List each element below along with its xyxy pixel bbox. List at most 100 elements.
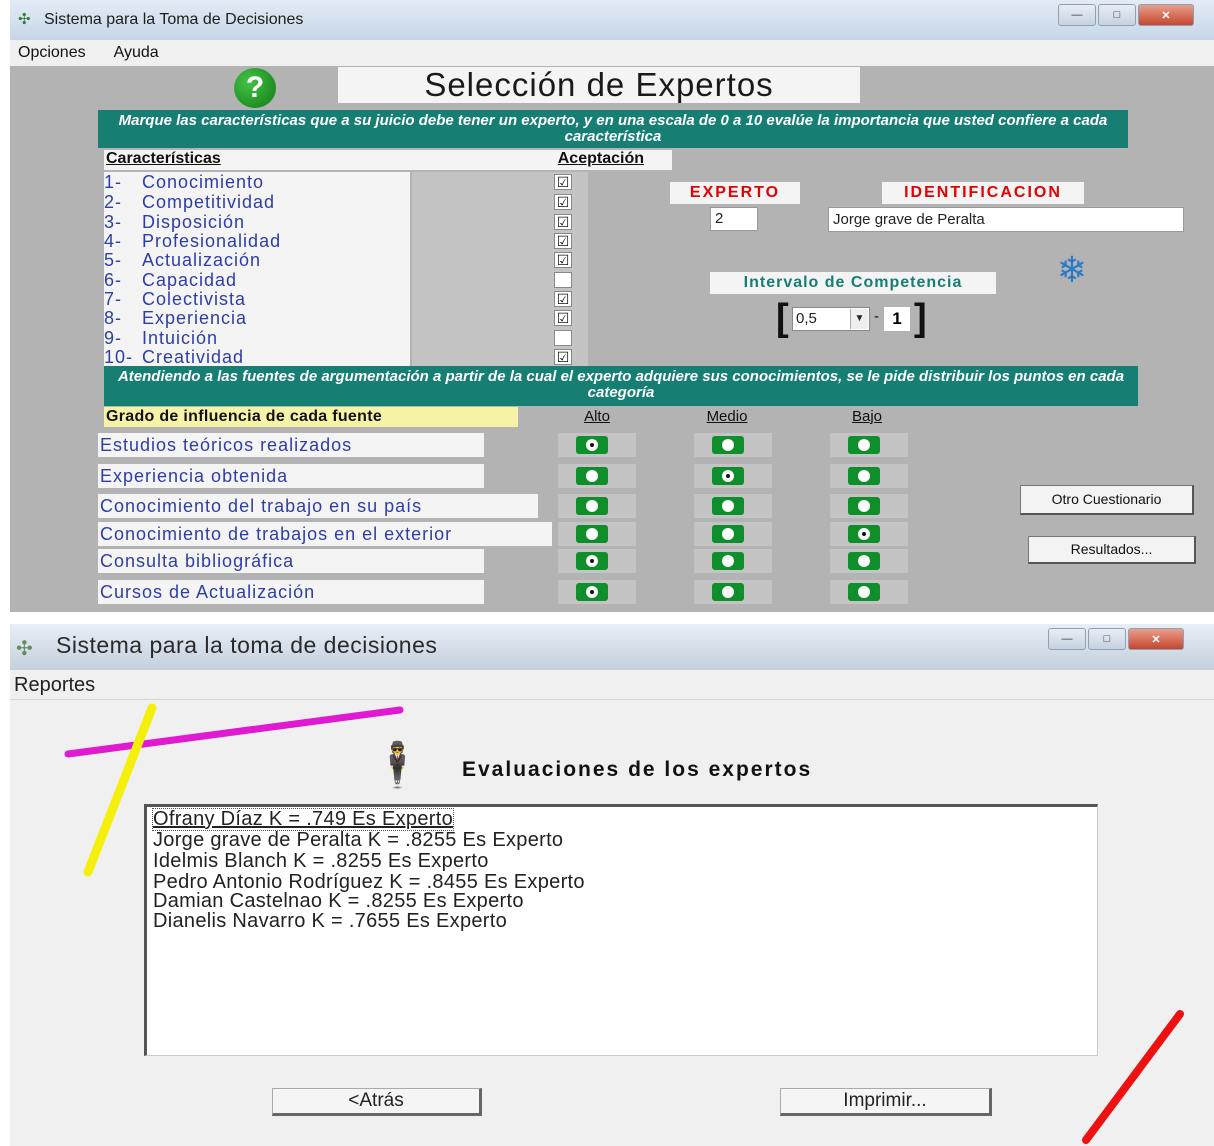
source-row-label: Consulta bibliográfica — [98, 549, 484, 573]
intervalo-max-value: 1 — [884, 307, 910, 331]
back-button[interactable]: <Atrás — [272, 1088, 482, 1116]
influence-radio-bajo[interactable] — [848, 467, 880, 485]
source-row-label: Experiencia obtenida — [98, 464, 484, 488]
influence-radio-alto[interactable] — [576, 552, 608, 570]
influence-radio-alto[interactable] — [576, 525, 608, 543]
intervalo-separator: - — [874, 308, 879, 325]
influence-radio-bajo[interactable] — [848, 583, 880, 601]
acceptance-checkbox[interactable]: ☑ — [554, 252, 572, 268]
list-item[interactable]: Idelmis Blanch K = .8255 Es Experto — [153, 851, 489, 872]
intervalo-label: Intervalo de Competencia — [710, 272, 996, 294]
list-item: 1- Conocimiento — [104, 172, 265, 192]
influence-radio-alto[interactable] — [576, 497, 608, 515]
influence-radio-medio[interactable] — [712, 525, 744, 543]
list-item: 4- Profesionalidad — [104, 231, 282, 251]
influence-radio-medio[interactable] — [712, 583, 744, 601]
influence-cell — [830, 580, 908, 604]
menu-reportes[interactable]: Reportes — [14, 674, 95, 696]
list-item[interactable]: Dianelis Navarro K = .7655 Es Experto — [153, 911, 507, 932]
chevron-down-icon[interactable]: ▼ — [850, 309, 868, 329]
list-item: 9- Intuición — [104, 328, 219, 348]
question-circle-icon[interactable]: ? — [234, 68, 276, 108]
characteristic-label: Creatividad — [142, 347, 245, 367]
minimize-button[interactable]: — — [1048, 628, 1086, 650]
influence-radio-medio[interactable] — [712, 467, 744, 485]
acceptance-checkbox[interactable]: ☑ — [554, 194, 572, 210]
characteristic-label: Conocimiento — [142, 172, 265, 192]
window-controls: — □ ✕ — [1058, 4, 1194, 26]
acceptance-checkbox[interactable]: ☑ — [554, 233, 572, 249]
list-item[interactable]: Jorge grave de Peralta K = .8255 Es Expe… — [153, 830, 563, 851]
menu-bar: Opciones Ayuda — [10, 40, 1214, 66]
col-header-bajo: Bajo — [851, 408, 883, 425]
sources-instructions-banner: Atendiendo a las fuentes de argumentació… — [104, 366, 1138, 406]
intervalo-min-select[interactable]: 0,5 ▼ — [792, 307, 870, 331]
otro-cuestionario-button[interactable]: Otro Cuestionario — [1020, 485, 1194, 515]
window-title: Sistema para la Toma de Decisiones — [44, 11, 304, 28]
acceptance-checkbox[interactable] — [554, 330, 572, 346]
influence-cell — [694, 494, 772, 518]
acceptance-checkbox[interactable]: ☑ — [554, 214, 572, 230]
influence-radio-alto[interactable] — [576, 467, 608, 485]
window-controls: — □ ✕ — [1048, 628, 1184, 650]
menu-opciones[interactable]: Opciones — [18, 44, 86, 66]
influence-radio-alto[interactable] — [576, 583, 608, 601]
list-item[interactable]: Damian Castelnao K = .8255 Es Experto — [153, 891, 524, 912]
identificacion-label: IDENTIFICACION — [882, 182, 1084, 204]
window-title: Sistema para la toma de decisiones — [56, 632, 438, 658]
influence-cell — [694, 580, 772, 604]
title-bar[interactable]: ✣ Sistema para la Toma de Decisiones — □… — [10, 0, 1214, 40]
acceptance-checkbox[interactable]: ☑ — [554, 291, 572, 307]
menu-ayuda[interactable]: Ayuda — [114, 44, 159, 66]
influence-cell — [694, 522, 772, 546]
list-item: 8- Experiencia — [104, 308, 248, 328]
acceptance-checkbox[interactable] — [554, 272, 572, 288]
bracket-right-icon: ] — [914, 297, 927, 339]
page-title: Selección de Expertos — [338, 67, 860, 103]
identificacion-field[interactable]: Jorge grave de Peralta — [828, 207, 1184, 232]
source-row-label: Conocimiento del trabajo en su país — [98, 494, 538, 518]
influence-cell — [558, 580, 636, 604]
list-item: 2- Competitividad — [104, 192, 276, 212]
experto-number-field[interactable]: 2 — [710, 207, 758, 231]
title-bar[interactable]: ✣ Sistema para la toma de decisiones — □… — [10, 624, 1214, 670]
influence-radio-bajo[interactable] — [848, 497, 880, 515]
maximize-button[interactable]: □ — [1098, 4, 1136, 26]
screenshot-composite: ✣ Sistema para la Toma de Decisiones — □… — [0, 0, 1214, 1146]
print-button[interactable]: Imprimir... — [780, 1088, 992, 1116]
menu-bar: Reportes — [10, 670, 1214, 700]
influence-radio-medio[interactable] — [712, 552, 744, 570]
close-button[interactable]: ✕ — [1128, 628, 1184, 650]
evaluations-listbox[interactable]: Ofrany Díaz K = .749 Es Experto Jorge gr… — [144, 804, 1098, 1056]
window-evaluaciones: ✣ Sistema para la toma de decisiones — □… — [10, 624, 1214, 1146]
influence-cell — [558, 549, 636, 573]
influence-radio-alto[interactable] — [576, 436, 608, 454]
snowflake-icon: ❄ — [1056, 249, 1088, 290]
list-item: 7- Colectivista — [104, 289, 247, 309]
resultados-button[interactable]: Resultados... — [1028, 536, 1196, 564]
acceptance-checkbox[interactable]: ☑ — [554, 174, 572, 190]
list-item: 6- Capacidad — [104, 270, 238, 290]
maximize-button[interactable]: □ — [1088, 628, 1126, 650]
influence-cell — [558, 494, 636, 518]
influence-radio-medio[interactable] — [712, 497, 744, 515]
acceptance-checkbox[interactable]: ☑ — [554, 349, 572, 365]
source-row-label: Cursos de Actualización — [98, 580, 484, 604]
influence-radio-medio[interactable] — [712, 436, 744, 454]
influence-cell — [558, 464, 636, 488]
influence-cell — [830, 433, 908, 457]
list-item[interactable]: Ofrany Díaz K = .749 Es Experto — [152, 808, 454, 831]
app-logo-icon: ✣ — [16, 638, 33, 660]
characteristic-label: Colectivista — [142, 289, 247, 309]
intervalo-min-value: 0,5 — [796, 310, 817, 327]
characteristics-header: Características — [104, 150, 420, 170]
source-row-label: Conocimiento de trabajos en el exterior — [98, 522, 552, 546]
bracket-left-icon: [ — [776, 297, 789, 339]
close-button[interactable]: ✕ — [1138, 4, 1194, 26]
acceptance-checkbox[interactable]: ☑ — [554, 310, 572, 326]
characteristics-list: 1- Conocimiento 2- Competitividad 3- Dispos… — [104, 172, 410, 367]
influence-radio-bajo[interactable] — [848, 552, 880, 570]
minimize-button[interactable]: — — [1058, 4, 1096, 26]
influence-radio-bajo[interactable] — [848, 436, 880, 454]
influence-radio-bajo[interactable] — [848, 525, 880, 543]
